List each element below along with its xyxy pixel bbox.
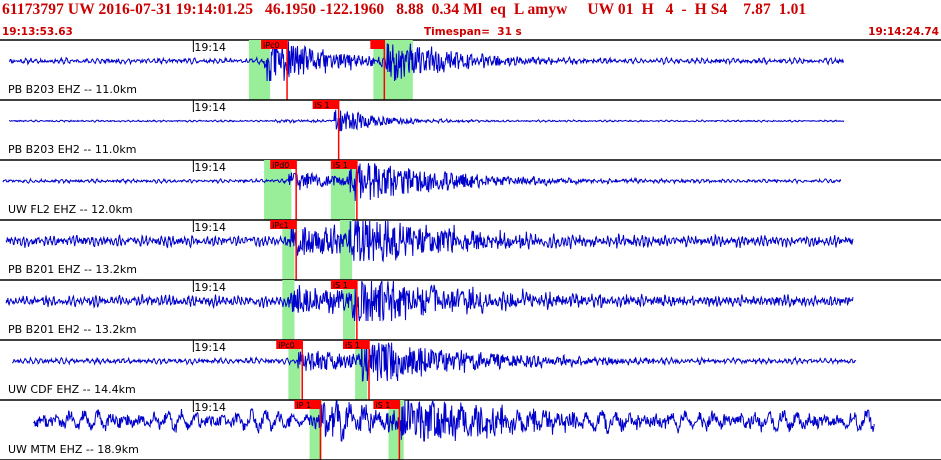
trace-panel[interactable]: 19:14 iP 1 iS 1 UW MTM EHZ -- 18.9km (0, 399, 941, 460)
pick-label: iP 1 (296, 401, 311, 410)
station-label: UW CDF EHZ -- 14.4km (8, 383, 136, 396)
waveform-trace (8, 109, 845, 132)
trace-panel[interactable]: 19:14 iPc0 iS 1 UW CDF EHZ -- 14.4km (0, 340, 941, 401)
station-label: PB B201 EHZ -- 13.2km (8, 263, 137, 276)
waveform-trace (11, 340, 857, 382)
pick-label: iPd0 (272, 161, 289, 170)
trace-panel[interactable]: 19:14 iPc1 PB B201 EHZ -- 13.2km (0, 220, 941, 281)
minute-tick-label: 19:14 (194, 41, 226, 54)
station-label: PB B203 EH2 -- 11.0km (8, 143, 136, 156)
minute-tick-label: 19:14 (194, 341, 226, 354)
trace-panel[interactable]: 19:14 iS 1 PB B203 EH2 -- 11.0km (0, 100, 941, 161)
pick-label: iS 1 (315, 101, 330, 110)
waveform-trace (5, 280, 854, 322)
waveform-trace (33, 399, 875, 442)
station-label: PB B203 EHZ -- 11.0km (8, 83, 137, 96)
minute-tick-label: 19:14 (194, 281, 226, 294)
station-label: UW FL2 EHZ -- 12.0km (8, 203, 133, 216)
waveform-trace (8, 40, 844, 82)
waveform-trace (2, 163, 842, 202)
station-label: UW MTM EHZ -- 18.9km (8, 443, 139, 456)
pick-label: iS 1 (333, 281, 348, 290)
seismogram-panels[interactable]: 19:14 iPc0 PB B203 EHZ -- 11.0km 19:14 iS 1 P… (0, 0, 941, 460)
trace-panel[interactable]: 19:14 iPc0 PB B203 EHZ -- 11.0km (0, 40, 941, 101)
trace-panel[interactable]: 19:14 iS 1 PB B201 EH2 -- 13.2km (0, 280, 941, 341)
pick-label: iPc1 (272, 221, 289, 230)
pick-label: iS 1 (345, 341, 360, 350)
pick-label: iPc0 (263, 41, 280, 50)
pick-label: iS 1 (333, 161, 348, 170)
minute-tick-label: 19:14 (194, 161, 226, 174)
minute-tick-label: 19:14 (194, 221, 226, 234)
trace-panel[interactable]: 19:14 iPd0 iS 1 UW FL2 EHZ -- 12.0km (0, 160, 941, 221)
pick-label: iS 1 (375, 401, 390, 410)
minute-tick-label: 19:14 (194, 101, 226, 114)
pick-label: iPc0 (278, 341, 295, 350)
station-label: PB B201 EH2 -- 13.2km (8, 323, 136, 336)
waveform-trace (5, 220, 854, 263)
minute-tick-label: 19:14 (194, 401, 226, 414)
pick-flag[interactable] (370, 40, 385, 49)
